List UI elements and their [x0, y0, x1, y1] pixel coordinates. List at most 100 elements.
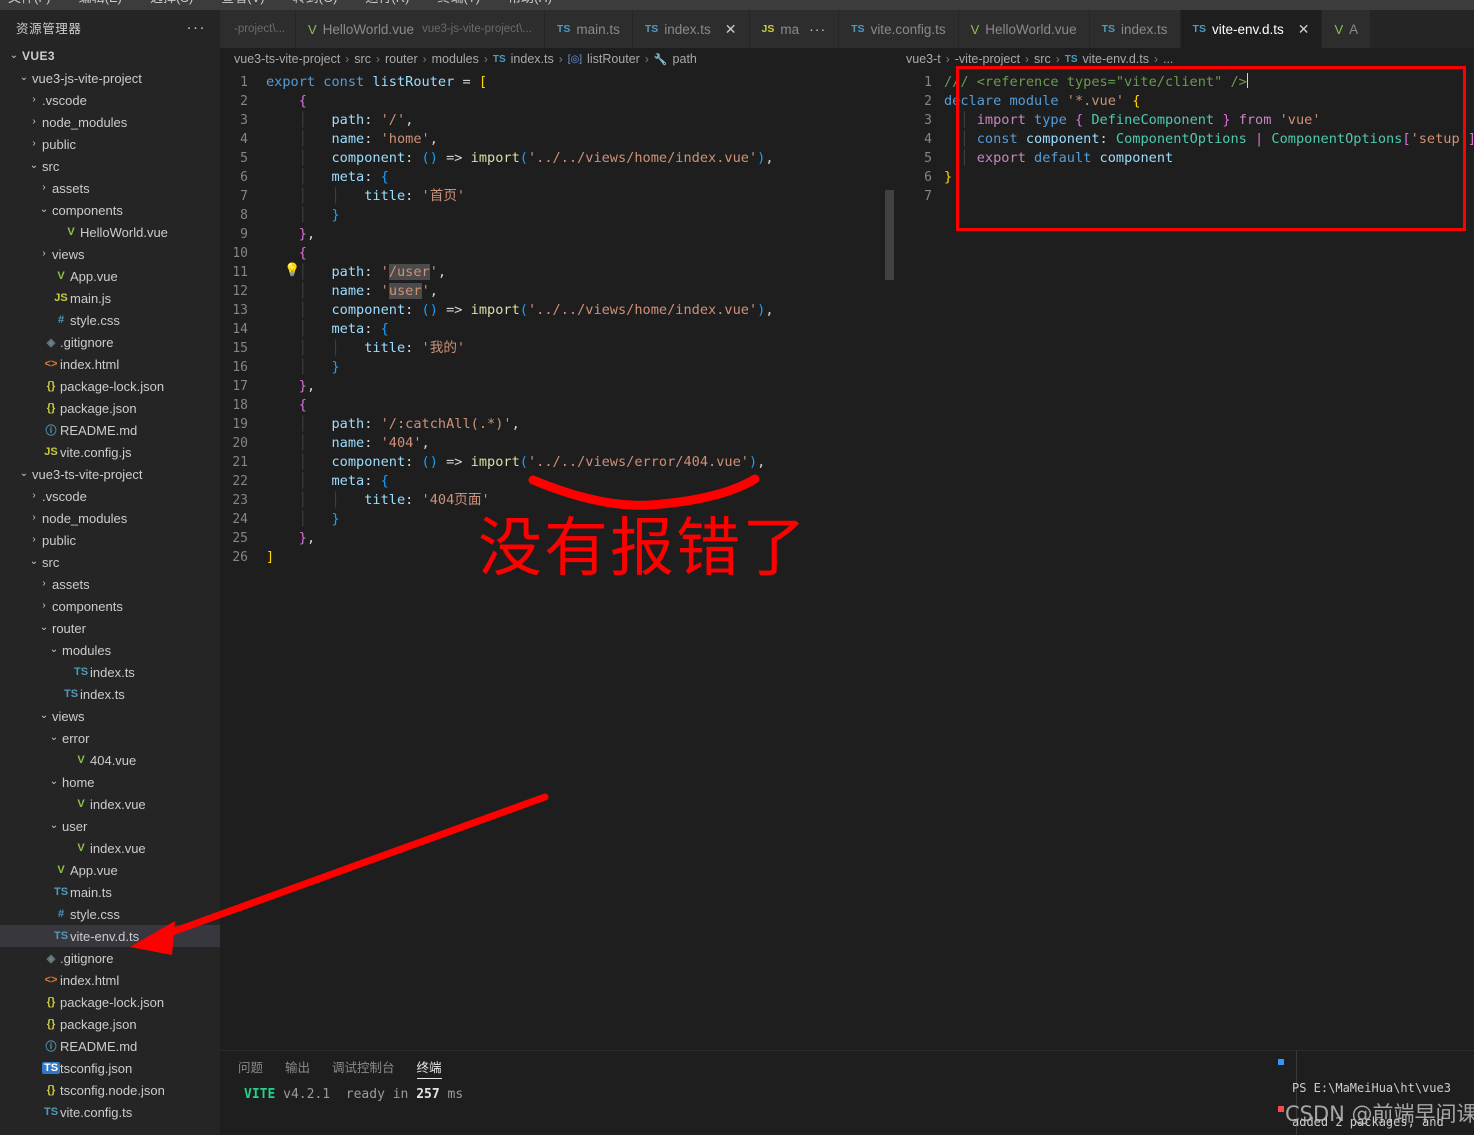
tree-item-node-modules[interactable]: › node_modules [0, 507, 220, 529]
editor-vertical-scrollbar[interactable] [885, 190, 894, 280]
breadcrumb-item[interactable]: vue3-t [906, 52, 941, 66]
tree-item--gitignore[interactable]: ◈ .gitignore [0, 331, 220, 353]
breadcrumb-item[interactable]: vite-env.d.ts [1083, 52, 1149, 66]
quick-fix-lightbulb-icon[interactable]: 💡 [284, 262, 300, 278]
tab-overflow-icon[interactable]: ··· [809, 21, 826, 37]
tree-item-public[interactable]: › public [0, 529, 220, 551]
chevron-right-icon[interactable]: › [26, 111, 42, 133]
close-icon[interactable]: ✕ [725, 21, 737, 38]
breadcrumb-item[interactable]: index.ts [511, 52, 554, 66]
breadcrumb-item[interactable]: modules [432, 52, 479, 66]
editor-tab-a[interactable]: VA [1322, 10, 1372, 48]
tree-item-src[interactable]: ⌄ src [0, 155, 220, 177]
chevron-right-icon[interactable]: › [36, 573, 52, 595]
menu-item-5[interactable]: 运行(R) [365, 0, 409, 4]
breadcrumb-item[interactable]: listRouter [587, 52, 640, 66]
chevron-down-icon[interactable]: ⌄ [36, 705, 52, 727]
chevron-right-icon[interactable]: › [26, 485, 42, 507]
chevron-down-icon[interactable]: ⌄ [26, 551, 42, 573]
tree-item-user[interactable]: ⌄ user [0, 815, 220, 837]
tree-item-index-vue[interactable]: Vindex.vue [0, 837, 220, 859]
explorer-more-actions-icon[interactable]: ··· [187, 19, 207, 36]
tree-item-helloworld-vue[interactable]: V HelloWorld.vue [0, 221, 220, 243]
breadcrumb-item[interactable]: -vite-project [955, 52, 1020, 66]
breadcrumb-item[interactable]: src [354, 52, 371, 66]
tree-item-readme-md[interactable]: ⓘ README.md [0, 419, 220, 441]
close-icon[interactable]: ✕ [1298, 21, 1310, 38]
chevron-down-icon[interactable]: ⌄ [46, 815, 62, 837]
editor-tab-vite-env-d-ts[interactable]: TS vite-env.d.ts ✕ [1180, 10, 1323, 48]
panel-tab-输出[interactable]: 输出 [285, 1051, 310, 1085]
tree-item-components[interactable]: › components [0, 595, 220, 617]
menu-item-6[interactable]: 终端(T) [437, 0, 480, 4]
breadcrumb-item[interactable]: ... [1163, 52, 1173, 66]
editor-tab-ma[interactable]: JS ma ··· [749, 10, 840, 48]
tree-item-app-vue[interactable]: V App.vue [0, 859, 220, 881]
tree-item-style-css[interactable]: # style.css [0, 903, 220, 925]
tree-item-views[interactable]: ⌄ views [0, 705, 220, 727]
tree-item-main-ts[interactable]: TS main.ts [0, 881, 220, 903]
tree-item-modules[interactable]: ⌄ modules [0, 639, 220, 661]
tree-item-vite-env-d-ts[interactable]: TS vite-env.d.ts [0, 925, 220, 947]
menu-item-3[interactable]: 查看(V) [221, 0, 264, 4]
tree-item-router[interactable]: ⌄ router [0, 617, 220, 639]
tree-item-assets[interactable]: › assets [0, 573, 220, 595]
tree-item-index-html[interactable]: <> index.html [0, 969, 220, 991]
panel-tab-调试控制台[interactable]: 调试控制台 [332, 1051, 395, 1085]
tree-item-main-js[interactable]: JS main.js [0, 287, 220, 309]
chevron-down-icon[interactable]: ⌄ [26, 155, 42, 177]
tree-item--vscode[interactable]: › .vscode [0, 485, 220, 507]
tree-item-tsconfig-node-json[interactable]: {} tsconfig.node.json [0, 1079, 220, 1101]
tree-item--vscode[interactable]: › .vscode [0, 89, 220, 111]
chevron-right-icon[interactable]: › [26, 529, 42, 551]
tree-item-package-lock-json[interactable]: {} package-lock.json [0, 375, 220, 397]
editor-pane-right[interactable]: 1/// <reference types="vite/client" /> 2… [902, 70, 1474, 1050]
editor-tab-helloworld-vue[interactable]: V HelloWorld.vue vue3-js-vite-project\... [296, 10, 545, 48]
breadcrumb-item[interactable]: src [1034, 52, 1051, 66]
chevron-right-icon[interactable]: › [26, 133, 42, 155]
tree-item-home[interactable]: ⌄ home [0, 771, 220, 793]
chevron-down-icon[interactable]: ⌄ [36, 617, 52, 639]
tree-item-readme-md[interactable]: ⓘ README.md [0, 1035, 220, 1057]
tree-item-index-ts[interactable]: TS index.ts [0, 683, 220, 705]
editor-tab-overflow[interactable]: -project\... [220, 10, 296, 48]
editor-tab-index-ts[interactable]: TS index.ts [1089, 10, 1181, 48]
tree-item-tsconfig-json[interactable]: TS tsconfig.json [0, 1057, 220, 1079]
tree-item-src[interactable]: ⌄ src [0, 551, 220, 573]
chevron-right-icon[interactable]: › [26, 89, 42, 111]
tree-item-vue3-ts-vite-project[interactable]: ⌄ vue3-ts-vite-project [0, 463, 220, 485]
menu-item-0[interactable]: 文件(F) [8, 0, 51, 4]
code-content-right[interactable]: 1/// <reference types="vite/client" /> 2… [902, 70, 1474, 206]
panel-tab-问题[interactable]: 问题 [238, 1051, 263, 1085]
breadcrumb-item[interactable]: path [673, 52, 697, 66]
tree-item-package-json[interactable]: {} package.json [0, 1013, 220, 1035]
tree-item-app-vue[interactable]: V App.vue [0, 265, 220, 287]
tree-item-components[interactable]: ⌄ components [0, 199, 220, 221]
editor-tab-main-ts[interactable]: TS main.ts [544, 10, 633, 48]
tree-item-node-modules[interactable]: › node_modules [0, 111, 220, 133]
chevron-down-icon[interactable]: ⌄ [6, 45, 22, 67]
editor-tab-helloworld-vue[interactable]: V HelloWorld.vue [958, 10, 1090, 48]
tree-item--gitignore[interactable]: ◈ .gitignore [0, 947, 220, 969]
tree-item-public[interactable]: › public [0, 133, 220, 155]
breadcrumb-item[interactable]: router [385, 52, 418, 66]
tree-item-style-css[interactable]: # style.css [0, 309, 220, 331]
chevron-down-icon[interactable]: ⌄ [46, 639, 62, 661]
tree-item-vite-config-ts[interactable]: TS vite.config.ts [0, 1101, 220, 1123]
tree-item-index-vue[interactable]: Vindex.vue [0, 793, 220, 815]
tree-item-error[interactable]: ⌄ error [0, 727, 220, 749]
chevron-down-icon[interactable]: ⌄ [46, 727, 62, 749]
tree-item-views[interactable]: › views [0, 243, 220, 265]
tree-item-vite-config-js[interactable]: JS vite.config.js [0, 441, 220, 463]
tree-item-package-json[interactable]: {} package.json [0, 397, 220, 419]
menu-item-7[interactable]: 帮助(H) [508, 0, 552, 4]
chevron-down-icon[interactable]: ⌄ [36, 199, 52, 221]
tree-item-vue3-js-vite-project[interactable]: ⌄ vue3-js-vite-project [0, 67, 220, 89]
chevron-down-icon[interactable]: ⌄ [16, 463, 32, 485]
tree-item-vue3[interactable]: ⌄ VUE3 [0, 45, 220, 67]
menu-item-4[interactable]: 转到(G) [293, 0, 338, 4]
chevron-down-icon[interactable]: ⌄ [46, 771, 62, 793]
menu-item-1[interactable]: 编辑(E) [79, 0, 122, 4]
tree-item-404-vue[interactable]: V 404.vue [0, 749, 220, 771]
tree-item-package-lock-json[interactable]: {} package-lock.json [0, 991, 220, 1013]
